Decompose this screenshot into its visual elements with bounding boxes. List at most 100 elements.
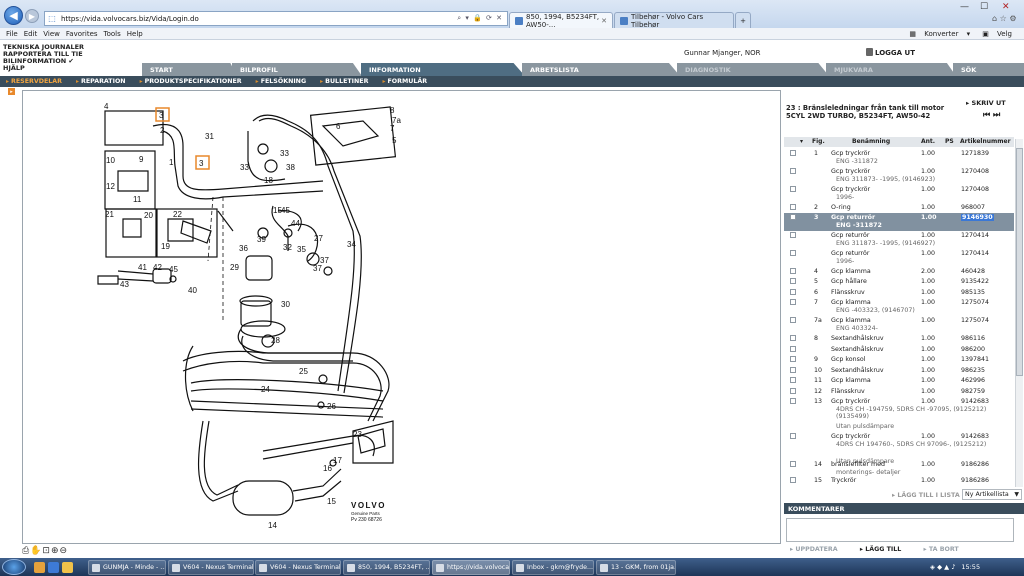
row-checkbox[interactable] [790, 204, 796, 210]
table-row[interactable]: 12 Flänsskruv 1.00 982759 [784, 387, 1014, 397]
row-artnum[interactable]: 1270408 [961, 168, 989, 175]
row-artnum[interactable]: 982759 [961, 388, 985, 395]
pan-icon[interactable]: ✋ [30, 546, 42, 556]
row-checkbox[interactable] [790, 214, 796, 220]
subtab-produktspecifikationer[interactable]: PRODUKTSPECIFIKATIONER [140, 78, 242, 85]
menu-file[interactable]: File [6, 30, 18, 38]
table-row[interactable]: 7 Gcp klamma ENG -403323, (9146707) 1.00 127… [784, 298, 1014, 316]
row-checkbox[interactable] [790, 367, 796, 373]
row-checkbox[interactable] [790, 186, 796, 192]
zoom-in-icon[interactable]: ⊕ [51, 546, 60, 556]
tab-sok[interactable]: SÖK [953, 63, 1024, 76]
home-icon[interactable]: ⌂ ☆ ⚙ [992, 14, 1017, 23]
row-checkbox[interactable] [790, 335, 796, 341]
row-artnum[interactable]: 9146930 [961, 214, 994, 221]
subtab-reparation[interactable]: REPARATION [76, 78, 126, 85]
row-artnum[interactable]: 9142683 [961, 398, 989, 405]
forward-button[interactable]: ▶ [25, 9, 39, 23]
maximize-icon[interactable]: ☐ [980, 2, 988, 12]
address-tools-icon[interactable]: ⌕ ▾ 🔒 ⟳ ✕ [457, 14, 507, 23]
konverter-button[interactable]: ▦ Konverter ▾ [909, 30, 970, 38]
velg-button[interactable]: ▣ Velg [982, 30, 1018, 38]
row-checkbox[interactable] [790, 278, 796, 284]
tab-arbetslista[interactable]: ARBETSLISTA [522, 63, 680, 76]
new-tab-button[interactable]: + [735, 12, 751, 28]
row-artnum[interactable]: 968007 [961, 204, 985, 211]
comment-input[interactable] [786, 518, 1014, 542]
row-artnum[interactable]: 9135422 [961, 278, 989, 285]
back-button[interactable]: ◀ [4, 6, 23, 25]
table-row[interactable]: Gcp tryckrör 4DRS CH 194760-, 5DRS CH 970… [784, 432, 1014, 465]
row-checkbox[interactable] [790, 150, 796, 156]
row-checkbox[interactable] [790, 232, 796, 238]
row-checkbox[interactable] [790, 398, 796, 404]
row-checkbox[interactable] [790, 477, 796, 483]
parts-diagram[interactable]: 4 3 2 31 33 8 7a 6 7 5 10 9 1 12 11 3 33… [22, 90, 781, 544]
table-row[interactable]: 9 Gcp konsol 1.00 1397841 [784, 355, 1014, 365]
table-row[interactable]: 13 Gcp tryckrör 4DRS CH -194759, 5DRS CH -… [784, 397, 1014, 432]
menu-view[interactable]: View [43, 30, 60, 38]
close-window-icon[interactable]: ✕ [1002, 2, 1010, 12]
browser-tab-2[interactable]: Tilbehør - Volvo Cars Tilbehør [614, 12, 734, 29]
scrollbar-thumb[interactable] [1016, 148, 1023, 376]
print-button[interactable]: ▸ SKRIV UT [966, 99, 1006, 107]
menu-tools[interactable]: Tools [104, 30, 121, 38]
table-row[interactable]: 10 Sextandhålskruv 1.00 986235 [784, 366, 1014, 376]
tray-icons[interactable]: ◈ ◆ ▲ ♪ [930, 563, 955, 571]
subtab-formular[interactable]: FORMULÄR [382, 78, 427, 85]
table-row[interactable]: 15 Tryckrör 1.00 9186286 [784, 476, 1014, 486]
browser-tab-1[interactable]: 850, 1994, B5234FT, AW50-... ✕ [509, 12, 613, 29]
taskbar-button[interactable]: Inbox - gkm@fryde... [512, 560, 594, 575]
row-artnum[interactable]: 1270414 [961, 250, 989, 257]
menu-edit[interactable]: Edit [24, 30, 38, 38]
start-button[interactable] [2, 559, 26, 575]
row-checkbox[interactable] [790, 461, 796, 467]
row-checkbox[interactable] [790, 388, 796, 394]
table-row[interactable]: Gcp tryckrör 1996- 1.00 1270408 [784, 185, 1014, 203]
update-button[interactable]: ▸ UPPDATERA [790, 546, 848, 553]
taskbar-button[interactable]: GUNMJA - Minde - ... [88, 560, 166, 575]
add-button[interactable]: ▸ LÄGG TILL [860, 546, 911, 553]
link-hjalp[interactable]: HJÄLP [3, 65, 84, 72]
row-checkbox[interactable] [790, 268, 796, 274]
minimize-icon[interactable]: — [960, 2, 969, 12]
row-checkbox[interactable] [790, 377, 796, 383]
taskbar-button[interactable]: https://vida.volvoca... [432, 560, 510, 575]
table-row[interactable]: 7a Gcp klamma ENG 403324- 1.00 1275074 [784, 316, 1014, 334]
row-artnum[interactable]: 1270408 [961, 186, 989, 193]
quicklaunch-ie-icon[interactable] [48, 562, 59, 573]
tab-information[interactable]: INFORMATION [361, 63, 525, 76]
sort-icon[interactable]: ▾ [800, 138, 803, 145]
table-row[interactable]: Gcp tryckrör ENG 311873- -1995, (9146923)… [784, 167, 1014, 185]
row-artnum[interactable]: 985135 [961, 289, 985, 296]
close-tab-icon[interactable]: ✕ [601, 17, 607, 25]
quicklaunch-outlook-icon[interactable] [62, 562, 73, 573]
row-artnum[interactable]: 1275074 [961, 299, 989, 306]
row-artnum[interactable]: 460428 [961, 268, 985, 275]
row-artnum[interactable]: 986200 [961, 346, 985, 353]
address-bar[interactable]: ⬚ https://vida.volvocars.biz/Vida/Login.… [44, 11, 508, 26]
row-artnum[interactable]: 9142683 [961, 433, 989, 440]
col-fig[interactable]: Fig. [812, 138, 825, 145]
table-row[interactable]: 2 O-ring 1.00 968007 [784, 203, 1014, 213]
table-row[interactable]: Gcp returrör ENG 311873- -1995, (9146927)… [784, 231, 1014, 249]
delete-button[interactable]: ▸ TA BORT [923, 546, 968, 553]
row-artnum[interactable]: 986116 [961, 335, 985, 342]
row-artnum[interactable]: 462996 [961, 377, 985, 384]
quicklaunch-folder-icon[interactable] [34, 562, 45, 573]
row-checkbox[interactable] [790, 289, 796, 295]
table-row[interactable]: 8 Sextandhålskruv 1.00 986116 [784, 334, 1014, 344]
list-select[interactable]: Ny Artikellista ▼ [962, 489, 1022, 500]
col-ps[interactable]: PS [945, 138, 954, 145]
add-to-list-button[interactable]: ▸ LÄGG TILL I LISTA [892, 492, 960, 499]
row-artnum[interactable]: 1397841 [961, 356, 989, 363]
row-checkbox[interactable] [790, 346, 796, 352]
table-row[interactable]: 11 Gcp klamma 1.00 462996 [784, 376, 1014, 386]
row-artnum[interactable]: 986235 [961, 367, 985, 374]
row-artnum[interactable]: 9186286 [961, 477, 989, 484]
table-row[interactable]: 3 Gcp returrör ENG -311872 1.00 9146930 [784, 213, 1014, 231]
tab-start[interactable]: START [142, 63, 237, 76]
tab-mjukvara[interactable]: MJUKVARA [826, 63, 956, 76]
table-row[interactable]: 14 bränslefilter med monterings- detaljer 1… [784, 460, 1014, 476]
expand-panel-icon[interactable]: ▸ [8, 88, 15, 95]
